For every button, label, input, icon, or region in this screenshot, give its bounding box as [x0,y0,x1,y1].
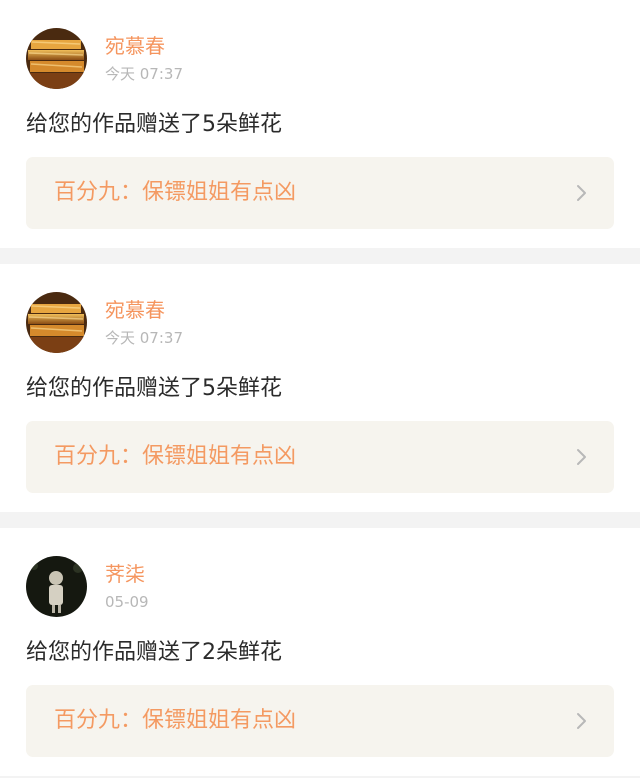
notification-feed: 宛慕春 今天 07:37 给您的作品赠送了5朵鲜花 百分九：保镖姐姐有点凶 宛慕… [0,0,640,776]
notification-card: 宛慕春 今天 07:37 给您的作品赠送了5朵鲜花 百分九：保镖姐姐有点凶 [0,264,640,512]
gift-message: 给您的作品赠送了2朵鲜花 [26,640,282,665]
username[interactable]: 宛慕春 [105,298,165,322]
user-avatar[interactable] [26,28,87,89]
work-title: 百分九：保镖姐姐有点凶 [54,180,297,205]
work-title: 百分九：保镖姐姐有点凶 [54,708,297,733]
username[interactable]: 宛慕春 [105,34,165,58]
timestamp: 05-09 [105,593,149,611]
gold-bars-avatar-image [26,292,87,353]
user-avatar[interactable] [26,556,87,617]
user-avatar[interactable] [26,292,87,353]
timestamp: 今天 07:37 [105,65,183,83]
dark-statue-avatar-image [26,556,87,617]
gift-message: 给您的作品赠送了5朵鲜花 [26,112,282,137]
timestamp: 今天 07:37 [105,329,183,347]
chevron-right-icon [577,449,586,465]
chevron-right-icon [577,185,586,201]
notification-card: 宛慕春 今天 07:37 给您的作品赠送了5朵鲜花 百分九：保镖姐姐有点凶 [0,0,640,248]
chevron-right-icon [577,713,586,729]
work-title: 百分九：保镖姐姐有点凶 [54,444,297,469]
username[interactable]: 荠柒 [105,562,145,586]
notification-card: 荠柒 05-09 给您的作品赠送了2朵鲜花 百分九：保镖姐姐有点凶 [0,528,640,776]
gold-bars-avatar-image [26,28,87,89]
work-link[interactable]: 百分九：保镖姐姐有点凶 [26,685,614,757]
work-link[interactable]: 百分九：保镖姐姐有点凶 [26,421,614,493]
gift-message: 给您的作品赠送了5朵鲜花 [26,376,282,401]
work-link[interactable]: 百分九：保镖姐姐有点凶 [26,157,614,229]
